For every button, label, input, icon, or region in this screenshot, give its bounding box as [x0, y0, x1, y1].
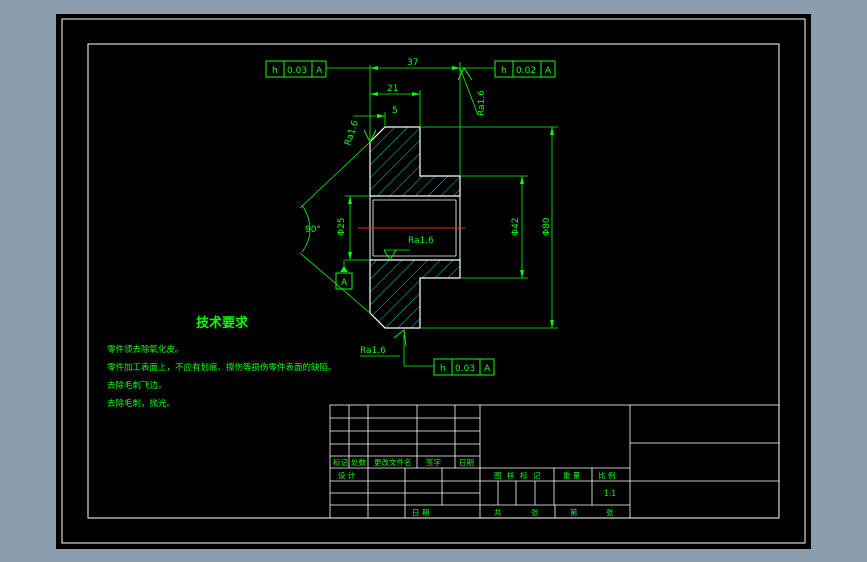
tb-sheet-2: 张	[606, 508, 614, 517]
tb-design: 设 计	[338, 470, 356, 480]
tb-scale: 比 例	[598, 470, 615, 480]
requirements-title: 技术要求	[196, 315, 249, 331]
tb-change-doc: 更改文件名	[374, 457, 412, 467]
tb-count: 处数	[351, 457, 366, 467]
dim-hub-length: 21	[387, 84, 398, 94]
roughness-label-1: Ra1.6	[477, 90, 487, 116]
cad-drawing: 37 21 5 Φ25 Φ42 Φ80 90° Ra1.6 Ra1.6 Ra1.…	[56, 14, 811, 549]
dim-bore: Φ25	[337, 217, 347, 236]
dim-chamfer-offset: 5	[392, 106, 398, 116]
requirement-item-2: 零件加工表面上，不应有划痕、擦伤等损伤零件表面的缺陷。	[107, 362, 337, 373]
tol1-symbol: h	[272, 66, 278, 76]
tb-sheet-1: 张	[531, 508, 539, 517]
drawing-sheet	[56, 14, 811, 549]
tb-sign: 签字	[426, 457, 441, 467]
requirement-item-3: 去除毛刺飞边。	[107, 380, 167, 391]
tb-mark: 标记	[333, 457, 348, 467]
tb-date: 日 期	[412, 508, 429, 517]
dim-outer: Φ80	[542, 217, 552, 236]
tol2-datum: A	[545, 66, 552, 76]
tol2-value: 0.02	[516, 66, 536, 76]
requirement-item-4: 去除毛刺，抛光。	[107, 398, 175, 409]
roughness-label-3: Ra1.6	[408, 236, 434, 246]
tb-stage-3: 标	[520, 470, 528, 480]
tol3-value: 0.03	[455, 364, 475, 374]
requirement-item-1: 零件须去除氧化皮。	[107, 344, 184, 355]
tb-no: 第	[570, 507, 578, 517]
dim-angle: 90°	[305, 225, 321, 235]
tb-weight: 重 量	[563, 471, 581, 480]
tol2-symbol: h	[501, 66, 507, 76]
tb-date-head: 日期	[459, 458, 474, 467]
datum-letter: A	[341, 278, 348, 288]
tol1-value: 0.03	[287, 66, 307, 76]
tb-total: 共	[494, 508, 502, 517]
tb-stage-1: 图	[494, 471, 502, 480]
dim-overall-length: 37	[407, 58, 418, 68]
tol3-symbol: h	[440, 364, 446, 374]
tol3-datum: A	[484, 364, 491, 374]
dim-hub: Φ42	[511, 217, 521, 236]
tb-scale-value: 1:1	[604, 489, 616, 498]
tb-stage-4: 记	[533, 471, 541, 480]
tb-stage-2: 样	[507, 470, 515, 480]
roughness-label-4: Ra1.6	[360, 346, 386, 356]
tol1-datum: A	[316, 66, 323, 76]
